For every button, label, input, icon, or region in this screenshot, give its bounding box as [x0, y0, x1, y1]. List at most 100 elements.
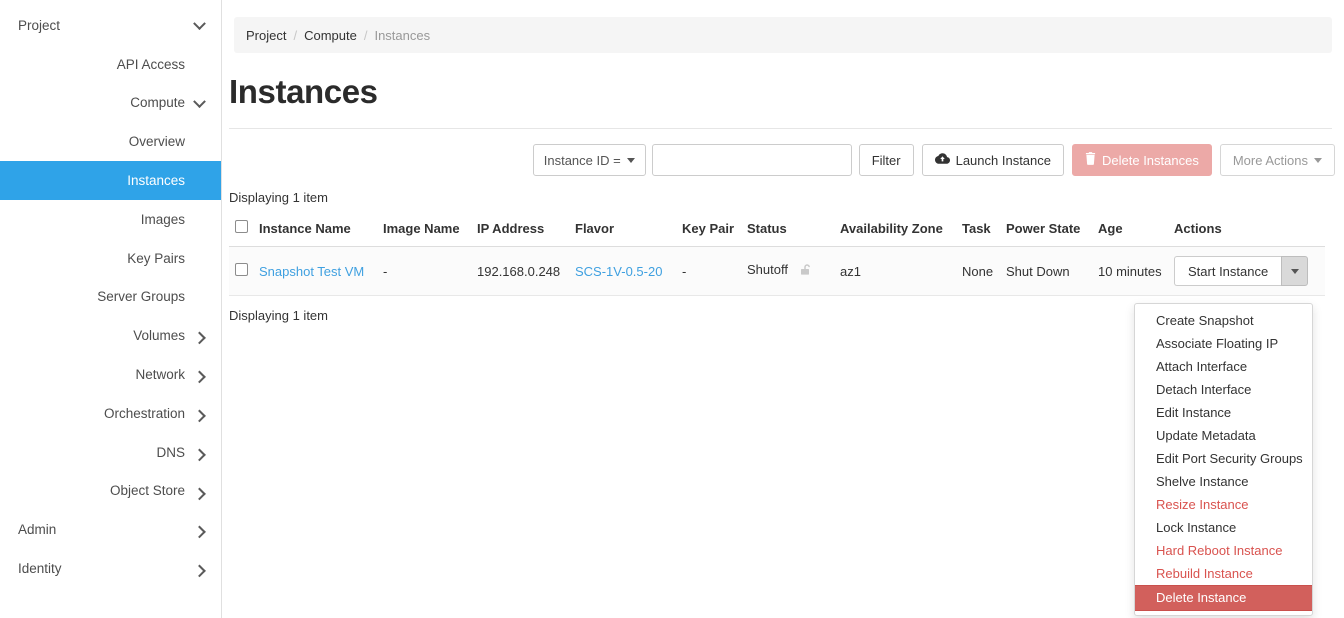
- sidebar-item-label: Project: [18, 17, 61, 33]
- filter-type-dropdown[interactable]: Instance ID =: [532, 144, 646, 176]
- menu-item-detach-interface[interactable]: Detach Interface: [1135, 378, 1312, 401]
- sidebar-item-compute[interactable]: Compute: [0, 84, 221, 123]
- sidebar-item-images[interactable]: Images: [0, 200, 221, 239]
- title-divider: [229, 128, 1332, 129]
- filter-button[interactable]: Filter: [858, 144, 914, 176]
- chevron-right-icon: [191, 368, 207, 384]
- menu-item-edit-instance[interactable]: Edit Instance: [1135, 401, 1312, 424]
- sidebar-item-volumes[interactable]: Volumes: [0, 316, 221, 355]
- breadcrumb-separator-1: /: [293, 27, 298, 43]
- header-instance-name[interactable]: Instance Name: [259, 214, 383, 247]
- sidebar-item-label: Volumes: [133, 328, 185, 344]
- sidebar-item-label: Instances: [127, 173, 185, 189]
- sidebar-item-network[interactable]: Network: [0, 355, 221, 394]
- cloud-upload-icon: [934, 152, 950, 168]
- sidebar-item-server-groups[interactable]: Server Groups: [0, 278, 221, 317]
- select-all-header: [229, 214, 259, 247]
- cell-key-pair: -: [682, 246, 747, 296]
- menu-item-resize-instance[interactable]: Resize Instance: [1135, 493, 1312, 516]
- sidebar-item-identity[interactable]: Identity: [0, 549, 221, 588]
- header-key-pair[interactable]: Key Pair: [682, 214, 747, 247]
- sidebar-item-label: Server Groups: [97, 289, 185, 305]
- breadcrumb-separator-2: /: [363, 27, 368, 43]
- sidebar-item-api-access[interactable]: API Access: [0, 45, 221, 84]
- delete-instances-button[interactable]: Delete Instances: [1072, 144, 1212, 176]
- filter-type-label: Instance ID =: [543, 152, 621, 168]
- sidebar-item-label: Compute: [130, 95, 185, 111]
- sidebar-item-instances[interactable]: Instances: [0, 161, 221, 200]
- sidebar-item-overview[interactable]: Overview: [0, 122, 221, 161]
- table-body: Snapshot Test VM - 192.168.0.248 SCS-1V-…: [229, 246, 1325, 296]
- sidebar-item-label: Key Pairs: [127, 250, 185, 266]
- header-status[interactable]: Status: [747, 214, 840, 247]
- cell-availability-zone: az1: [840, 246, 962, 296]
- cell-status: Shutoff: [747, 246, 840, 296]
- instance-name-link[interactable]: Snapshot Test VM: [259, 264, 364, 279]
- cell-age: 10 minutes: [1098, 246, 1174, 296]
- header-power-state[interactable]: Power State: [1006, 214, 1098, 247]
- search-input[interactable]: [651, 144, 852, 176]
- menu-item-shelve-instance[interactable]: Shelve Instance: [1135, 470, 1312, 493]
- launch-instance-button[interactable]: Launch Instance: [921, 144, 1064, 176]
- cell-instance-name: Snapshot Test VM: [259, 246, 383, 296]
- menu-item-rebuild-instance[interactable]: Rebuild Instance: [1135, 562, 1312, 585]
- delete-instances-label: Delete Instances: [1102, 152, 1199, 168]
- chevron-down-icon: [191, 17, 207, 32]
- cell-actions: Start Instance: [1174, 246, 1325, 296]
- chevron-right-icon: [191, 562, 207, 578]
- menu-item-attach-interface[interactable]: Attach Interface: [1135, 355, 1312, 378]
- menu-item-delete-instance[interactable]: Delete Instance: [1135, 585, 1312, 611]
- sidebar-item-label: Object Store: [109, 483, 185, 499]
- caret-down-icon: [626, 157, 635, 163]
- menu-item-lock-instance[interactable]: Lock Instance: [1135, 516, 1312, 539]
- chevron-right-icon: [191, 446, 207, 461]
- header-task[interactable]: Task: [962, 214, 1006, 247]
- chevron-right-icon: [191, 329, 207, 345]
- select-all-checkbox[interactable]: [235, 220, 248, 233]
- menu-item-associate-floating-ip[interactable]: Associate Floating IP: [1135, 332, 1312, 355]
- header-actions: Actions: [1174, 214, 1325, 247]
- table-header-row: Instance Name Image Name IP Address Flav…: [229, 214, 1325, 247]
- menu-item-edit-port-security-groups[interactable]: Edit Port Security Groups: [1135, 447, 1312, 470]
- chevron-right-icon: [191, 484, 207, 500]
- header-age[interactable]: Age: [1098, 214, 1174, 247]
- cell-power-state: Shut Down: [1006, 246, 1098, 296]
- row-select-cell: [229, 246, 259, 296]
- flavor-link[interactable]: SCS-1V-0.5-20: [575, 264, 662, 279]
- table-header: Instance Name Image Name IP Address Flav…: [229, 214, 1325, 247]
- header-availability-zone[interactable]: Availability Zone: [840, 214, 962, 247]
- sidebar-item-label: Images: [140, 211, 185, 227]
- start-instance-button[interactable]: Start Instance: [1174, 256, 1282, 286]
- header-image-name[interactable]: Image Name: [383, 214, 477, 247]
- sidebar-item-label: Identity: [18, 561, 62, 577]
- sidebar-item-admin[interactable]: Admin: [0, 510, 221, 549]
- launch-instance-label: Launch Instance: [955, 152, 1051, 168]
- chevron-down-icon: [191, 94, 207, 109]
- caret-down-icon: [1314, 157, 1322, 163]
- cell-flavor: SCS-1V-0.5-20: [575, 246, 682, 296]
- row-actions-dropdown-toggle[interactable]: [1281, 256, 1309, 286]
- row-action-split-button: Start Instance: [1174, 256, 1309, 286]
- toolbar: Instance ID = Filter Launch Instance Del…: [222, 144, 1344, 176]
- header-flavor[interactable]: Flavor: [575, 214, 682, 247]
- sidebar-item-orchestration[interactable]: Orchestration: [0, 394, 221, 433]
- app-root: Project API Access Compute Overview Instance…: [0, 0, 1344, 618]
- menu-item-update-metadata[interactable]: Update Metadata: [1135, 424, 1312, 447]
- sidebar-item-project[interactable]: Project: [0, 6, 221, 45]
- more-actions-button[interactable]: More Actions: [1219, 144, 1335, 176]
- sidebar-item-object-store[interactable]: Object Store: [0, 472, 221, 511]
- header-ip-address[interactable]: IP Address: [477, 214, 575, 247]
- sidebar-item-dns[interactable]: DNS: [0, 433, 221, 472]
- cell-task: None: [962, 246, 1006, 296]
- table-row: Snapshot Test VM - 192.168.0.248 SCS-1V-…: [229, 246, 1325, 296]
- menu-item-hard-reboot-instance[interactable]: Hard Reboot Instance: [1135, 539, 1312, 562]
- trash-icon: [1085, 152, 1096, 168]
- item-count-top: Displaying 1 item: [229, 190, 328, 205]
- row-checkbox[interactable]: [235, 263, 248, 276]
- breadcrumb-project[interactable]: Project: [246, 28, 286, 43]
- caret-down-icon: [1290, 268, 1299, 274]
- sidebar-item-key-pairs[interactable]: Key Pairs: [0, 239, 221, 278]
- breadcrumb-compute[interactable]: Compute: [304, 28, 357, 43]
- menu-item-create-snapshot[interactable]: Create Snapshot: [1135, 309, 1312, 332]
- more-actions-label: More Actions: [1232, 152, 1308, 168]
